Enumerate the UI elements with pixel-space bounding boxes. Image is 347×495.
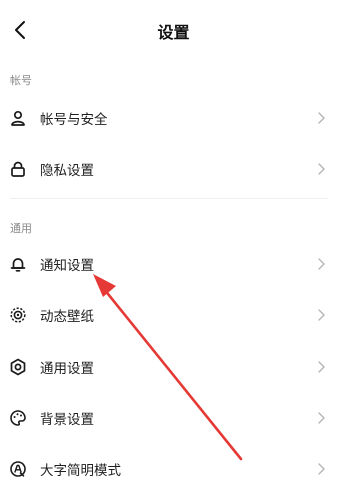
section-label-account: 帐号 (10, 74, 32, 87)
settings-item-general[interactable]: 通用设置 (0, 343, 347, 391)
chevron-right-icon (314, 162, 328, 176)
settings-item-large-text-mode[interactable]: 大字简明模式 (0, 445, 347, 493)
settings-item-label: 背景设置 (40, 412, 94, 428)
chevron-right-icon (314, 308, 328, 322)
chevron-right-icon (314, 462, 328, 476)
palette-icon (8, 408, 28, 428)
settings-item-label: 帐号与安全 (40, 112, 108, 128)
settings-item-background[interactable]: 背景设置 (0, 394, 347, 442)
lock-icon (8, 159, 28, 179)
chevron-right-icon (314, 257, 328, 271)
chevron-right-icon (314, 111, 328, 125)
settings-item-privacy[interactable]: 隐私设置 (0, 145, 347, 193)
settings-item-notifications[interactable]: 通知设置 (0, 240, 347, 288)
chevron-right-icon (314, 360, 328, 374)
settings-item-label: 通知设置 (40, 258, 94, 274)
settings-item-label: 通用设置 (40, 361, 94, 377)
gear-icon (8, 357, 28, 377)
page-title: 设置 (157, 23, 190, 42)
settings-item-live-wallpaper[interactable]: 动态壁纸 (0, 291, 347, 339)
settings-item-label: 隐私设置 (40, 163, 94, 179)
chevron-right-icon (314, 411, 328, 425)
header-bar: 设置 (0, 0, 347, 60)
settings-item-label: 大字简明模式 (40, 463, 121, 479)
large-text-icon (8, 459, 28, 479)
bell-icon (8, 254, 28, 274)
wallpaper-icon (8, 305, 28, 325)
section-label-general: 通用 (10, 222, 32, 235)
section-divider (10, 198, 328, 199)
settings-item-account-security[interactable]: 帐号与安全 (0, 94, 347, 142)
settings-item-label: 动态壁纸 (40, 309, 94, 325)
person-icon (8, 108, 28, 128)
